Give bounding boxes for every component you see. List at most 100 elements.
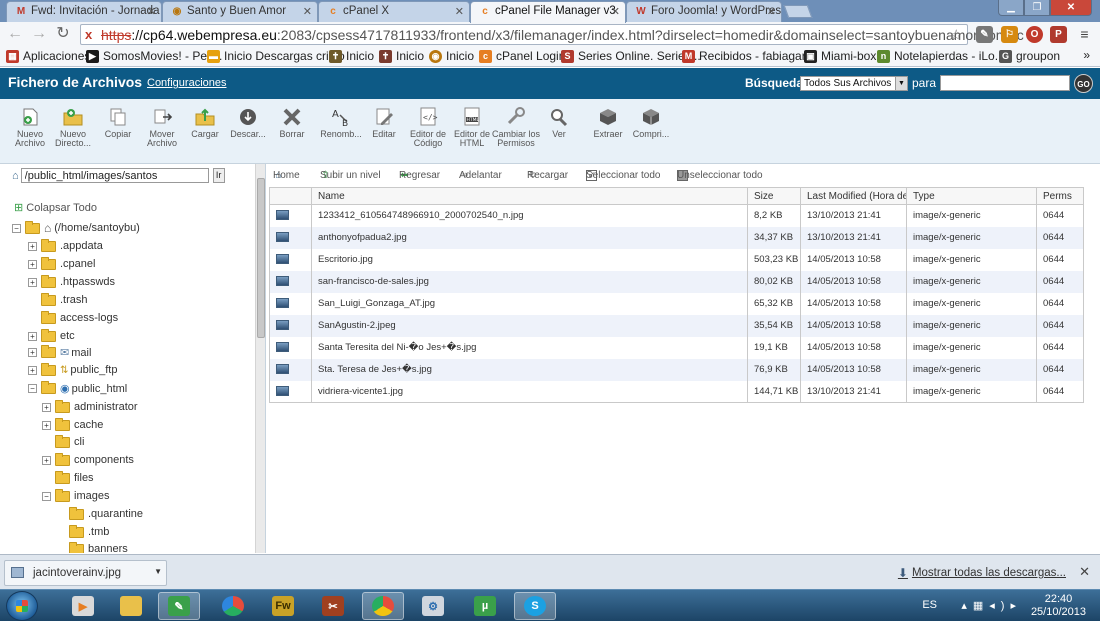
bookmark[interactable]: n Notelapierdas - iLo... [877,49,1005,63]
file-name[interactable]: Sta. Teresa de Jes+�s.jpg [311,358,748,381]
collapse-icon[interactable]: − [42,491,51,501]
bookmarks-overflow-button[interactable]: » [1083,48,1090,62]
move-file-button[interactable]: Mover Archivo [138,107,186,148]
collapse-icon[interactable]: − [28,384,37,393]
tree-scrollbar[interactable] [255,164,265,553]
back-arrow-icon[interactable]: ← [6,25,24,43]
taskbar-app[interactable]: ✂ [312,592,354,620]
bookmark[interactable]: ▶ SomosMovies! - Peli... [86,49,222,63]
address-bar[interactable]: x https://cp64.webempresa.eu:2083/cpsess… [80,24,1024,45]
table-row[interactable]: san-francisco-de-sales.jpg 80,02 KB 14/0… [269,270,1084,293]
close-tab-icon[interactable]: ✕ [767,5,776,18]
file-name[interactable]: vidriera-vicente1.jpg [311,380,748,403]
taskbar-app-chrome[interactable] [362,592,404,620]
taskbar-app[interactable]: µ [464,592,506,620]
tree-root[interactable]: − ⌂ (/home/santoybu) [12,220,140,235]
file-perms[interactable]: 0644 [1036,380,1084,403]
expand-icon[interactable]: + [42,455,51,465]
tree-node[interactable]: .quarantine [56,506,143,520]
collapse-icon[interactable]: − [12,223,21,233]
browser-tab-active[interactable]: c cPanel File Manager v3 ✕ [470,1,626,23]
taskbar-app[interactable] [110,592,152,620]
expand-icon[interactable]: + [28,331,37,341]
expand-icon[interactable]: + [28,365,37,375]
file-perms[interactable]: 0644 [1036,248,1084,271]
download-button[interactable]: Descar... [224,107,272,139]
upload-button[interactable]: Cargar [181,107,229,139]
code-editor-button[interactable]: </> Editor de Código [404,107,452,148]
file-name[interactable]: San_Luigi_Gonzaga_AT.jpg [311,292,748,315]
tree-node[interactable]: access-logs [28,310,118,324]
bookmark[interactable]: ◉ Inicio [429,49,474,63]
close-tab-icon[interactable]: ✕ [455,5,464,18]
type-column-header[interactable]: Type [906,187,1037,205]
bookmark[interactable]: S Series Online. Series... [561,49,701,63]
close-icon[interactable]: ✕ [1079,564,1090,580]
tree-node[interactable]: + cache [42,417,103,431]
extension-icon[interactable]: ⚐ [1001,26,1018,43]
tree-node[interactable]: + etc [28,328,75,342]
settings-link[interactable]: Configuraciones [147,77,227,89]
expand-icon[interactable]: + [42,402,51,412]
extension-icon[interactable]: O [1026,26,1043,43]
back-nav-button[interactable]: ⬅ Regresar [399,170,440,181]
bookmark[interactable]: ▣ Miami-box [804,49,876,63]
tree-node[interactable]: cli [42,434,84,448]
table-row[interactable]: anthonyofpadua2.jpg 34,37 KB 13/10/2013 … [269,226,1084,249]
forward-nav-button[interactable]: ⇨ Adelantar [459,170,502,181]
close-tab-icon[interactable]: ✕ [303,5,312,18]
file-perms[interactable]: 0644 [1036,336,1084,359]
bookmark[interactable]: ▬ Inicio Descargas cristo [207,49,345,63]
reload-nav-button[interactable]: ↻ Recargar [527,170,568,181]
taskbar-app[interactable]: Fw [262,592,304,620]
collapse-all-link[interactable]: ⊞ Colapsar Todo [14,201,97,214]
language-indicator[interactable]: ES [922,599,937,611]
bookmark-star-icon[interactable]: ☆ [950,26,963,44]
edit-button[interactable]: Editar [360,107,408,139]
bookmark[interactable]: Ggroupon [999,49,1060,63]
search-go-button[interactable]: GO [1074,74,1093,93]
file-perms[interactable]: 0644 [1036,358,1084,381]
bookmark[interactable]: c cPanel Login [479,49,565,63]
rename-button[interactable]: AB Renomb... [317,107,365,139]
html-editor-button[interactable]: HTML Editor de HTML [448,107,496,148]
file-name[interactable]: san-francisco-de-sales.jpg [311,270,748,293]
start-button[interactable] [6,591,38,621]
expand-icon[interactable]: + [42,420,51,430]
name-column-header[interactable]: Name [311,187,748,205]
expand-icon[interactable]: + [28,277,37,287]
tree-node[interactable]: − ◉ public_html [28,381,127,395]
bookmark[interactable]: ✝ Inicio [379,49,424,63]
path-input[interactable] [20,168,209,183]
browser-tab[interactable]: W Foro Joomla! y WordPress ✕ [626,1,782,22]
path-go-button[interactable]: Ir [212,168,225,183]
bookmark[interactable]: M Recibidos - fabiagar... [682,49,815,63]
file-perms[interactable]: 0644 [1036,226,1084,249]
size-column-header[interactable]: Size [747,187,801,205]
scrollbar-thumb[interactable] [257,178,265,338]
file-name[interactable]: anthonyofpadua2.jpg [311,226,748,249]
taskbar-app[interactable]: ▶ [62,592,104,620]
unselect-all-button[interactable]: Unseleccionar todo [677,170,763,181]
minimize-icon[interactable]: ▁ [998,0,1024,16]
taskbar-app[interactable] [212,592,254,620]
browser-tab[interactable]: ◉ Santo y Buen Amor ✕ [162,1,318,22]
modified-column-header[interactable]: Last Modified (Hora de ve [800,187,907,205]
table-row[interactable]: 1233412_610564748966910_2000702540_n.jpg… [269,204,1084,227]
table-row[interactable]: Sta. Teresa de Jes+�s.jpg 76,9 KB 14/05/… [269,358,1084,381]
tree-node[interactable]: + .cpanel [28,256,95,270]
table-row[interactable]: SanAgustin-2.jpeg 35,54 KB 14/05/2013 10… [269,314,1084,337]
tree-node[interactable]: .tmb [56,524,109,538]
extension-icon[interactable]: ✎ [976,26,993,43]
tree-node[interactable]: .trash [28,292,88,306]
tree-node[interactable]: + .appdata [28,238,103,252]
file-name[interactable]: 1233412_610564748966910_2000702540_n.jpg [311,204,748,227]
new-file-button[interactable]: Nuevo Archivo [6,107,54,148]
tray-icons[interactable]: ▴▦◂)▸ [961,599,1022,612]
tree-node[interactable]: + ⇅ public_ftp [28,362,117,376]
chevron-down-icon[interactable]: ▼ [154,567,162,576]
tree-node[interactable]: − images [42,488,109,502]
tree-node[interactable]: + administrator [42,399,138,413]
browser-tab[interactable]: M Fwd: Invitación - Jornada ✕ [6,1,162,22]
download-item[interactable]: jacintoverainv.jpg ▼ [4,560,167,586]
